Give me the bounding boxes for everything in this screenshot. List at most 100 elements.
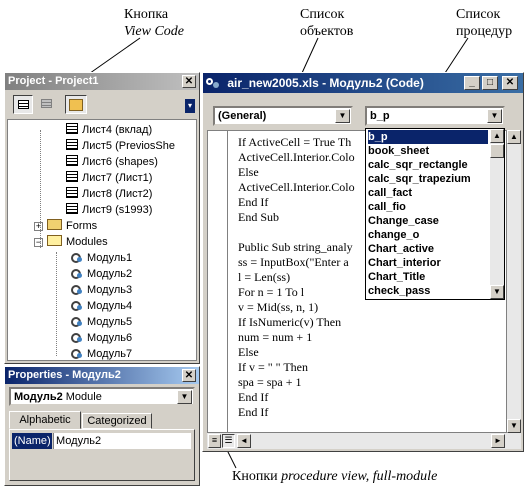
procedure-list-item[interactable]: b_p (368, 130, 488, 144)
tab-categorized[interactable]: Categorized (82, 413, 152, 429)
code-line: ss = InputBox("Enter a (238, 255, 349, 269)
properties-titlebar: Properties - Модуль2 ✕ (5, 367, 199, 384)
tree-item[interactable]: Модуль5 (70, 314, 132, 330)
procedure-list-item[interactable]: Chart_Title (368, 270, 488, 284)
procedure-list-item[interactable]: Chart_interior (368, 256, 488, 270)
toggle-folders-button[interactable] (65, 95, 87, 114)
properties-title: Properties - Модуль2 (8, 369, 121, 381)
project-close-button[interactable]: ✕ (182, 75, 196, 88)
code-vertical-scrollbar[interactable]: ▲ ▼ (507, 130, 521, 433)
module-icon (70, 283, 84, 295)
folder-open-icon (47, 235, 62, 246)
view-object-icon (41, 99, 52, 108)
module-icon (206, 77, 220, 89)
tree-item-label: Лист9 (s1993) (82, 204, 153, 216)
procedure-dropdown-list[interactable]: ▲ ▼ b_p book_sheet calc_sqr_rectangle calc_… (365, 128, 505, 300)
minimize-button[interactable]: _ (464, 76, 480, 90)
full-module-view-button[interactable]: ☰ (222, 434, 235, 448)
properties-object-select[interactable]: Модуль2 Module ▼ (9, 387, 195, 406)
code-line: ActiveCell.Interior.Colo (238, 180, 355, 194)
module-icon (70, 251, 84, 263)
scroll-right-icon[interactable]: ► (491, 434, 505, 448)
project-explorer-titlebar: Project - Project1 ✕ (5, 73, 199, 90)
procedure-list-item[interactable]: check_pass (368, 284, 488, 298)
tree-item[interactable]: Лист5 (PreviosShe (66, 138, 175, 154)
margin-indicator-bar (208, 131, 228, 432)
code-window-titlebar: air_new2005.xls - Модуль2 (Code) _ □ ✕ (203, 73, 523, 93)
expand-icon[interactable]: + (34, 222, 43, 231)
properties-close-button[interactable]: ✕ (182, 369, 196, 382)
procedure-list-item[interactable]: calc_sqr_trapezium (368, 172, 488, 186)
module-icon (70, 315, 84, 327)
code-window-title: air_new2005.xls - Модуль2 (Code) (227, 76, 424, 90)
tree-item[interactable]: − Modules (34, 234, 108, 250)
worksheet-icon (66, 123, 78, 134)
tree-item-label: Лист7 (Лист1) (82, 172, 153, 184)
scroll-down-icon[interactable]: ▼ (507, 419, 521, 433)
tree-item-label: Модуль6 (87, 332, 133, 344)
procedure-list-scrollbar[interactable]: ▲ ▼ (490, 129, 504, 299)
tree-item-label: Модуль7 (87, 348, 133, 360)
toolbar-overflow-icon[interactable]: ▾ (185, 99, 195, 113)
scroll-up-icon[interactable]: ▲ (507, 130, 521, 144)
procedure-list-item[interactable]: call_fact (368, 186, 488, 200)
scroll-thumb[interactable] (490, 144, 504, 158)
tree-item[interactable]: Модуль4 (70, 298, 132, 314)
scroll-up-icon[interactable]: ▲ (490, 129, 504, 143)
tree-item[interactable]: Модуль1 (70, 250, 132, 266)
tree-item[interactable]: Лист9 (s1993) (66, 202, 152, 218)
tree-item[interactable]: Лист7 (Лист1) (66, 170, 152, 186)
code-line: l = Len(ss) (238, 270, 291, 284)
tree-item-label: Forms (66, 220, 98, 232)
tree-item-label: Модуль5 (87, 316, 133, 328)
tree-item-label: Лист8 (Лист2) (82, 188, 153, 200)
tree-item[interactable]: Модуль2 (70, 266, 132, 282)
tree-item[interactable]: Модуль7 (70, 346, 132, 362)
properties-panel: Properties - Модуль2 ✕ Модуль2 Module ▼ … (4, 366, 200, 486)
tab-alphabetic[interactable]: Alphabetic (9, 411, 81, 429)
tree-item-label: Модуль2 (87, 268, 133, 280)
properties-object-type: Module (65, 391, 102, 403)
view-code-button[interactable] (13, 95, 33, 114)
procedure-list-item[interactable]: Change_case (368, 214, 488, 228)
procedure-list-item[interactable]: calc_sqr_rectangle (368, 158, 488, 172)
tree-item[interactable]: Лист4 (вклад) (66, 122, 152, 138)
procedure-list-item[interactable]: book_sheet (368, 144, 488, 158)
tree-item[interactable]: + Forms (34, 218, 97, 234)
object-combo[interactable]: (General) ▼ (213, 106, 353, 126)
module-icon (70, 331, 84, 343)
view-object-button[interactable] (37, 95, 57, 114)
collapse-icon[interactable]: − (34, 238, 43, 247)
tree-item[interactable]: Модуль6 (70, 330, 132, 346)
property-name-value[interactable]: Модуль2 (53, 433, 191, 449)
tree-item[interactable]: Лист6 (shapes) (66, 154, 158, 170)
project-explorer-title: Project - Project1 (8, 75, 99, 87)
module-icon (70, 347, 84, 359)
project-explorer-panel: Project - Project1 ✕ ▾ Лист4 (вклад) Лист… (4, 72, 200, 364)
property-name-label[interactable]: (Name) (12, 433, 52, 449)
code-line: num = num + 1 (238, 330, 313, 344)
procedure-list-item[interactable]: change_o (368, 228, 488, 242)
tree-item[interactable]: Модуль3 (70, 282, 132, 298)
maximize-button[interactable]: □ (482, 76, 498, 90)
chevron-down-icon: ▼ (177, 390, 192, 404)
code-close-button[interactable]: ✕ (502, 76, 518, 90)
scroll-left-icon[interactable]: ◄ (237, 434, 251, 448)
scroll-down-icon[interactable]: ▼ (490, 285, 504, 299)
procedure-list-item[interactable]: Chart_active (368, 242, 488, 256)
procedure-combo-value: b_p (370, 110, 390, 122)
procedure-list-item[interactable]: call_fio (368, 200, 488, 214)
worksheet-icon (66, 155, 78, 166)
tree-item[interactable]: Лист8 (Лист2) (66, 186, 152, 202)
code-line: v = Mid(ss, n, 1) (238, 300, 319, 314)
properties-object-name: Модуль2 (14, 391, 63, 403)
tree-guide-line (40, 130, 41, 248)
tree-guide-line (56, 252, 57, 356)
folder-icon (47, 219, 62, 230)
worksheet-icon (66, 171, 78, 182)
code-line: Else (238, 165, 259, 179)
tree-item-label: Modules (66, 236, 108, 248)
procedure-combo[interactable]: b_p ▼ (365, 106, 505, 126)
code-line: ActiveCell.Interior.Colo (238, 150, 355, 164)
procedure-view-button[interactable]: ≡ (208, 434, 221, 448)
